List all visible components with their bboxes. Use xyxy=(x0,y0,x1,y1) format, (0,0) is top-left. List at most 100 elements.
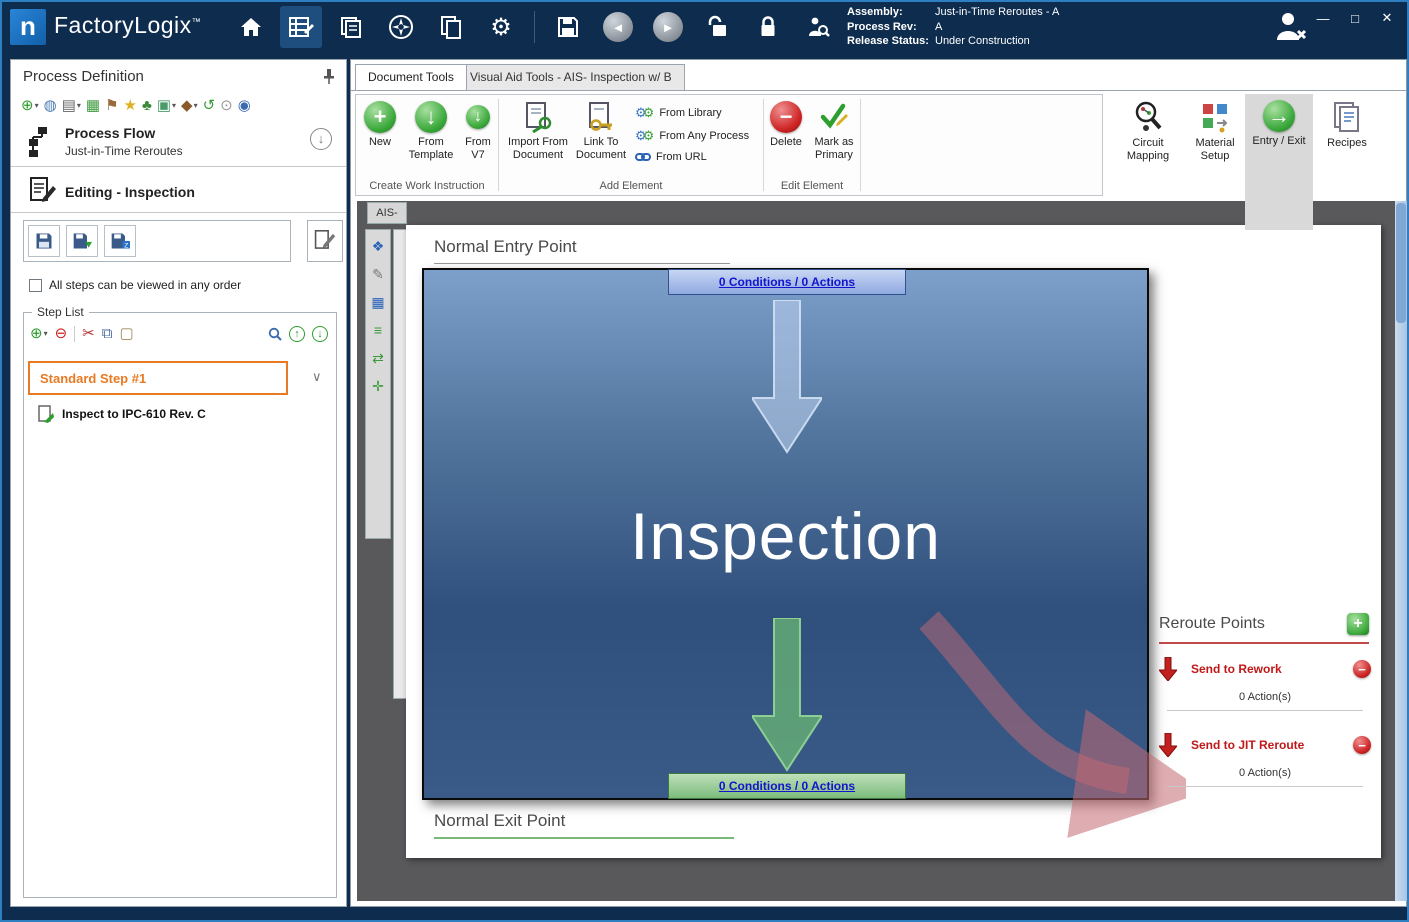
exit-conditions-banner[interactable]: 0 Conditions / 0 Actions xyxy=(668,773,906,799)
window-bottom-edge xyxy=(2,907,1407,920)
step-child-item[interactable]: Inspect to IPC-610 Rev. C xyxy=(38,405,206,423)
chevron-down-icon[interactable]: ∨ xyxy=(312,369,322,385)
print-icon[interactable]: ▤▾ xyxy=(62,96,81,116)
undo-icon[interactable]: ↺ xyxy=(203,96,216,116)
step-item-selected[interactable]: Standard Step #1 xyxy=(28,361,288,395)
unlock-icon[interactable] xyxy=(697,6,739,48)
home-icon[interactable] xyxy=(230,6,272,48)
step-name-label: Inspection xyxy=(424,498,1147,574)
new-button[interactable]: + New xyxy=(358,101,402,149)
save-document-button[interactable] xyxy=(28,225,60,257)
link-to-document-button[interactable]: Link To Document xyxy=(573,101,629,162)
maximize-button[interactable]: □ xyxy=(1347,11,1363,26)
reroute-item-label[interactable]: Send to JIT Reroute xyxy=(1191,738,1353,752)
package-icon[interactable]: ◆▾ xyxy=(181,96,198,116)
window-controls: — □ ✕ xyxy=(1315,10,1395,26)
process-definition-icon[interactable] xyxy=(280,6,322,48)
entry-conditions-banner[interactable]: 0 Conditions / 0 Actions xyxy=(668,269,906,295)
edit-tool-icon[interactable]: ✎ xyxy=(372,266,384,282)
tree-icon[interactable]: ♣ xyxy=(142,96,152,116)
reroute-item-rework: Send to Rework − 0 Action(s) xyxy=(1159,657,1371,711)
settings-gear-icon[interactable]: ⚙ xyxy=(480,6,522,48)
from-template-button[interactable]: ↓ From Template xyxy=(402,101,460,162)
select-tool-icon[interactable]: ❖ xyxy=(372,238,385,254)
from-library-button[interactable]: ⚙⚙ From Library xyxy=(635,105,722,121)
order-checkbox[interactable] xyxy=(29,279,42,292)
entry-exit-button[interactable]: → Entry / Exit xyxy=(1247,96,1311,194)
grid-tool-icon[interactable]: ▦ xyxy=(371,294,384,310)
layers-icon[interactable]: ▣▾ xyxy=(157,96,176,116)
assembly-value: Just-in-Time Reroutes - A xyxy=(935,6,1059,18)
vertical-scrollbar[interactable] xyxy=(1395,201,1407,901)
editing-label: Editing - Inspection xyxy=(65,184,195,200)
from-any-process-button[interactable]: ⚙⚙ From Any Process xyxy=(635,128,749,144)
navigator-icon[interactable] xyxy=(380,6,422,48)
save-icon[interactable] xyxy=(547,6,589,48)
add-icon[interactable]: ⊕▾ xyxy=(21,96,39,116)
canvas-tab-ais[interactable]: AIS- xyxy=(367,202,407,224)
star-icon[interactable]: ★ xyxy=(124,96,137,116)
release-status-value: Under Construction xyxy=(935,35,1030,47)
circuit-mapping-button[interactable]: Circuit Mapping xyxy=(1116,96,1180,194)
save-template-button[interactable]: Z xyxy=(104,225,136,257)
tab-document-tools[interactable]: Document Tools xyxy=(355,64,467,90)
reroute-item-label[interactable]: Send to Rework xyxy=(1191,662,1353,676)
step-list-title: Step List xyxy=(32,305,89,319)
edit-step-button[interactable] xyxy=(307,220,343,262)
from-url-button[interactable]: From URL xyxy=(635,151,707,163)
step-list-group: Step List ⊕▾ ⊖ ✂ ⧉ ▢ ↑ ↓ Standard Step #… xyxy=(23,312,337,898)
tab-visual-aid-tools[interactable]: Visual Aid Tools - AIS- Inspection w/ B xyxy=(457,64,685,90)
lock-icon[interactable] xyxy=(747,6,789,48)
add-reroute-button[interactable]: + xyxy=(1347,613,1369,635)
forward-icon[interactable]: ► xyxy=(647,6,689,48)
circuit-mapping-icon xyxy=(1132,100,1164,134)
move-up-icon[interactable]: ↑ xyxy=(289,326,305,342)
scrollbar-thumb[interactable] xyxy=(1396,203,1406,323)
swap-tool-icon[interactable]: ⇄ xyxy=(372,350,384,366)
move-tool-icon[interactable]: ✛ xyxy=(372,378,384,394)
mark-as-primary-button[interactable]: Mark as Primary xyxy=(808,101,860,162)
order-checkbox-label: All steps can be viewed in any order xyxy=(49,278,241,292)
globe-icon[interactable]: ◍ xyxy=(44,96,57,116)
titlebar-toolbar: ⚙ ◄ ► xyxy=(230,4,839,50)
pin-icon[interactable] xyxy=(322,68,336,84)
cut-icon[interactable]: ✂ xyxy=(82,324,95,344)
materials-icon[interactable] xyxy=(330,6,372,48)
remove-reroute-button[interactable]: − xyxy=(1353,736,1371,754)
normal-exit-point-label: Normal Exit Point xyxy=(434,811,565,831)
inspection-step-box[interactable]: 0 Conditions / 0 Actions Inspection 0 Co… xyxy=(422,268,1149,800)
user-search-icon[interactable] xyxy=(797,6,839,48)
copy-icon[interactable]: ⧉ xyxy=(102,324,113,344)
import-from-document-button[interactable]: Import From Document xyxy=(507,101,569,162)
close-button[interactable]: ✕ xyxy=(1379,10,1395,26)
flag-icon[interactable]: ⚑ xyxy=(105,96,118,116)
new-plus-icon: + xyxy=(364,101,396,133)
user-session-icon[interactable] xyxy=(1273,10,1307,42)
remove-reroute-button[interactable]: − xyxy=(1353,660,1371,678)
material-setup-button[interactable]: Material Setup xyxy=(1183,96,1247,194)
collapse-circle-icon[interactable]: ↓ xyxy=(310,128,332,150)
grid-icon[interactable]: ▦ xyxy=(86,96,100,116)
process-flow-subtitle: Just-in-Time Reroutes xyxy=(65,144,183,158)
sidebar-toolbar: ⊕▾ ◍ ▤▾ ▦ ⚑ ★ ♣ ▣▾ ◆▾ ↺ ⊙ ◉ xyxy=(21,94,341,118)
minimize-button[interactable]: — xyxy=(1315,11,1331,26)
delete-button[interactable]: − Delete xyxy=(764,101,808,149)
from-v7-button[interactable]: ↓ From V7 xyxy=(458,101,498,162)
move-down-icon[interactable]: ↓ xyxy=(312,326,328,342)
exit-conditions-link[interactable]: 0 Conditions / 0 Actions xyxy=(719,779,855,793)
remove-step-icon[interactable]: ⊖ xyxy=(55,324,68,344)
tab-divider-line xyxy=(351,90,1406,91)
recipes-button[interactable]: Recipes xyxy=(1315,96,1379,194)
add-step-icon[interactable]: ⊕▾ xyxy=(30,324,48,344)
back-icon[interactable]: ◄ xyxy=(597,6,639,48)
paste-icon[interactable]: ▢ xyxy=(119,324,133,344)
save-import-button[interactable] xyxy=(66,225,98,257)
stop-icon[interactable]: ⊙ xyxy=(220,96,233,116)
list-tool-icon[interactable]: ≡ xyxy=(374,322,382,338)
record-icon[interactable]: ◉ xyxy=(238,96,251,116)
titlebar-divider xyxy=(534,11,535,43)
zoom-step-icon[interactable] xyxy=(268,327,282,341)
reroute-points-section: Reroute Points + Send to Rework − 0 Acti… xyxy=(1159,615,1371,633)
entry-conditions-link[interactable]: 0 Conditions / 0 Actions xyxy=(719,275,855,289)
documents-icon[interactable] xyxy=(430,6,472,48)
